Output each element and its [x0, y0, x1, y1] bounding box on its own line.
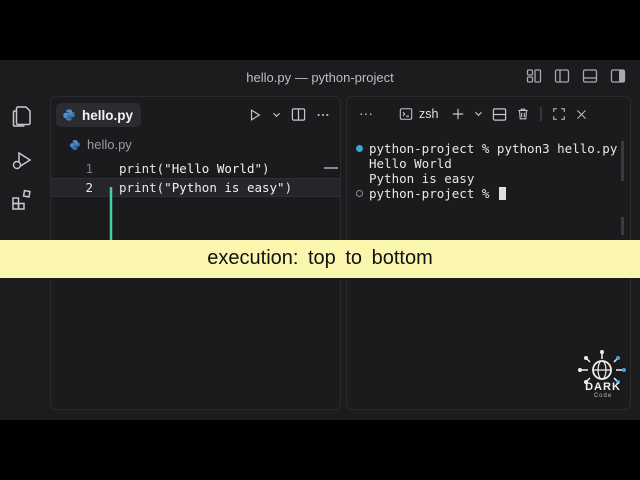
- extensions-icon[interactable]: [10, 188, 34, 212]
- code-area[interactable]: 1 print("Hello World") 2 print("Python i…: [51, 159, 340, 197]
- split-editor-icon[interactable]: [291, 107, 306, 122]
- terminal-line: Python is easy: [369, 171, 475, 186]
- python-file-icon: [70, 139, 80, 150]
- shell-label: zsh: [419, 107, 439, 121]
- line-number: 1: [85, 161, 93, 176]
- breadcrumb-file: hello.py: [87, 137, 132, 152]
- line-number: 2: [85, 180, 93, 195]
- terminal-actions: [451, 106, 588, 122]
- editor-tab-bar: hello.py: [51, 97, 340, 133]
- chevron-down-icon[interactable]: [474, 107, 483, 121]
- breadcrumb[interactable]: hello.py: [69, 137, 132, 152]
- title-bar: hello.py — python-project: [0, 60, 640, 96]
- new-terminal-icon[interactable]: [451, 107, 465, 121]
- editor-actions: [248, 107, 330, 122]
- close-icon[interactable]: [575, 108, 588, 121]
- run-and-debug-icon[interactable]: [10, 148, 34, 172]
- tab-label: hello.py: [82, 107, 134, 123]
- explorer-icon[interactable]: [10, 104, 34, 128]
- terminal-scrollbar-marker: [621, 217, 624, 235]
- toggle-secondary-sidebar-icon[interactable]: [610, 68, 626, 84]
- run-python-file-icon[interactable]: [248, 108, 262, 122]
- toggle-primary-sidebar-icon[interactable]: [554, 68, 570, 84]
- logo-subtext: Code: [593, 393, 613, 399]
- maximize-panel-icon[interactable]: [552, 107, 566, 121]
- terminal-scrollbar[interactable]: [621, 141, 624, 181]
- chevron-down-icon[interactable]: [272, 108, 281, 122]
- terminal-toolbar: ··· zsh: [347, 97, 630, 133]
- code-line-2[interactable]: 2 print("Python is easy"): [51, 178, 340, 197]
- minimap[interactable]: [324, 167, 338, 169]
- terminal-prompt[interactable]: python-project %: [355, 186, 617, 201]
- command-success-icon: [356, 145, 363, 152]
- logo-text: DARK: [585, 381, 621, 393]
- layout-controls: [526, 68, 626, 84]
- caption-text: execution: top to bottom: [207, 247, 433, 269]
- command-pending-icon: [356, 190, 363, 197]
- line-source: print("Hello World"): [119, 161, 270, 176]
- caption-banner: execution: top to bottom: [0, 240, 640, 278]
- letterbox-top: [0, 0, 640, 60]
- line-source: print("Python is easy"): [119, 180, 293, 195]
- divider-icon: [540, 107, 542, 121]
- terminal-icon: [399, 108, 413, 120]
- more-actions-icon[interactable]: [316, 108, 330, 122]
- code-line-1[interactable]: 1 print("Hello World"): [51, 159, 340, 178]
- terminal-line: python-project % python3 hello.py: [355, 141, 617, 156]
- terminal-cursor: [498, 187, 506, 200]
- tab-hello-py[interactable]: hello.py: [56, 103, 142, 127]
- toggle-panel-icon[interactable]: [582, 68, 598, 84]
- terminal-output[interactable]: python-project % python3 hello.py Hello …: [355, 141, 617, 201]
- python-file-icon: [63, 109, 75, 121]
- customize-layout-icon[interactable]: [526, 68, 542, 84]
- split-terminal-icon[interactable]: [492, 107, 507, 122]
- terminal-line: Hello World: [369, 156, 452, 171]
- trash-icon[interactable]: [516, 107, 530, 121]
- terminal-shell-selector[interactable]: zsh: [399, 107, 438, 121]
- terminal-more-icon[interactable]: ···: [359, 105, 373, 121]
- letterbox-bottom: [0, 420, 640, 480]
